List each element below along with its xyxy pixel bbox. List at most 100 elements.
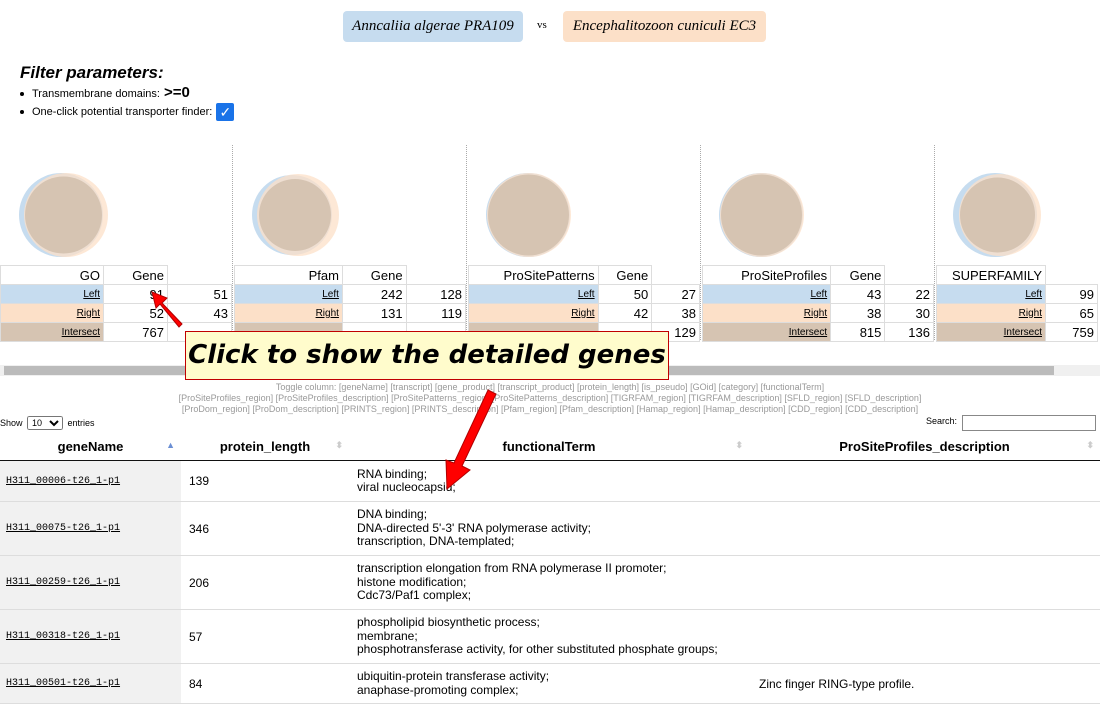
functional-term-cell: ubiquitin-protein transferase activity; a… [349, 663, 749, 704]
panel-divider [466, 145, 467, 340]
toggle-line-2[interactable]: [ProSiteProfiles_region] [ProSiteProfile… [150, 393, 950, 404]
callout-annotation: Click to show the detailed genes [185, 331, 669, 380]
col-header-prositeprofiles-desc[interactable]: ProSiteProfiles_description ⬍ [749, 433, 1100, 461]
show-entries: Show 10 entries [0, 416, 95, 430]
stat-gene-count[interactable]: 128 [405, 284, 467, 304]
search-input[interactable] [962, 415, 1096, 431]
stat-table: SUPERFAMILY Left 99 Right 65 Intersect 759 [936, 265, 1098, 342]
stat-label-link[interactable]: Right [936, 303, 1046, 323]
toggle-line-1[interactable]: Toggle column: [geneName] [transcript] [… [150, 382, 950, 393]
gene-header: Gene [341, 265, 407, 285]
stat-gene-count[interactable]: 38 [651, 303, 700, 323]
venn-diagram[interactable] [950, 165, 1060, 265]
stat-gene-count[interactable]: 22 [884, 284, 934, 304]
stat-gene-count[interactable]: 27 [651, 284, 700, 304]
stat-row[interactable]: Right 65 [936, 303, 1098, 323]
stat-label-link[interactable]: Right [234, 303, 343, 323]
col-header-protein-length[interactable]: protein_length ⬍ [181, 433, 349, 461]
stat-label-link[interactable]: Right [701, 303, 832, 323]
table-row[interactable]: H311_00501-t26_1-p1 84 ubiquitin-protein t… [0, 663, 1100, 704]
sort-icon: ⬍ [1086, 440, 1094, 450]
stat-value[interactable]: 65 [1045, 303, 1098, 323]
stat-table: ProSiteProfiles Gene Left 43 22 Right 38 30 Inte… [701, 265, 934, 342]
stat-label-link[interactable]: Left [468, 284, 599, 304]
sort-icon: ⬍ [735, 440, 743, 450]
col-header-genename[interactable]: geneName ▲ [0, 433, 181, 461]
table-row[interactable]: H311_00259-t26_1-p1 206 transcription elon… [0, 555, 1100, 610]
stat-value[interactable]: 38 [830, 303, 886, 323]
stat-label-link[interactable]: Right [468, 303, 599, 323]
venn-intersect[interactable] [25, 176, 102, 254]
stat-row[interactable]: Intersect 815 136 [701, 322, 934, 342]
stat-value[interactable]: 43 [830, 284, 886, 304]
venn-panel-prositepatterns: ProSitePatterns Gene Left 50 27 Right 42 38 129 [468, 145, 700, 343]
stat-row[interactable]: Left 43 22 [701, 284, 934, 304]
stat-value[interactable]: 759 [1045, 322, 1098, 342]
gene-header: Gene [597, 265, 653, 285]
stat-gene-count[interactable]: 30 [884, 303, 934, 323]
toggle-columns[interactable]: Toggle column: [geneName] [transcript] [… [150, 382, 950, 415]
panel-divider [232, 145, 233, 340]
stat-label-link[interactable]: Intersect [701, 322, 832, 342]
stat-row[interactable]: Right 131 119 [234, 303, 467, 323]
stat-gene-count[interactable]: 51 [167, 284, 232, 304]
venn-diagram[interactable] [248, 165, 358, 265]
stat-row[interactable]: Right 52 43 [0, 303, 232, 323]
stat-gene-count[interactable]: 43 [167, 303, 232, 323]
stat-value[interactable]: 50 [597, 284, 653, 304]
stat-row[interactable]: Left 91 51 [0, 284, 232, 304]
stat-row[interactable]: Right 38 30 [701, 303, 934, 323]
table-row[interactable]: H311_00318-t26_1-p1 57 phospholipid biosyn… [0, 609, 1100, 664]
gene-link[interactable]: H311_00075-t26_1-p1 [0, 501, 181, 556]
tm-value[interactable]: >=0 [164, 84, 190, 101]
stat-row[interactable]: Right 42 38 [468, 303, 700, 323]
panel-divider [934, 145, 935, 340]
stat-value[interactable]: 99 [1045, 284, 1098, 304]
stat-row[interactable]: Left 99 [936, 284, 1098, 304]
gene-link[interactable]: H311_00501-t26_1-p1 [0, 663, 181, 704]
table-row[interactable]: H311_00006-t26_1-p1 139 RNA binding; viral … [0, 460, 1100, 502]
stat-label-link[interactable]: Left [936, 284, 1046, 304]
functional-term-cell: DNA binding; DNA-directed 5'-3' RNA polym… [349, 501, 749, 556]
gene-header: Gene [103, 265, 168, 285]
prosite-desc-cell [749, 460, 1100, 502]
functional-term-cell: RNA binding; viral nucleocapsid; [349, 460, 749, 502]
toggle-line-3[interactable]: [ProDom_region] [ProDom_description] [PR… [150, 404, 950, 415]
entries-select[interactable]: 10 [27, 416, 64, 430]
venn-intersect[interactable] [721, 174, 802, 256]
stat-gene-count[interactable]: 136 [884, 322, 934, 342]
stat-label-link[interactable]: Right [0, 303, 104, 323]
stat-label-link[interactable]: Intersect [0, 322, 104, 342]
stat-value[interactable]: 52 [103, 303, 168, 323]
venn-intersect[interactable] [488, 174, 569, 256]
stat-gene-count[interactable]: 119 [405, 303, 467, 323]
stat-label-link[interactable]: Left [234, 284, 343, 304]
stat-value[interactable]: 767 [103, 322, 168, 342]
prosite-desc-cell: Zinc finger RING-type profile. [749, 663, 1100, 704]
venn-diagram[interactable] [14, 165, 124, 265]
gene-link[interactable]: H311_00318-t26_1-p1 [0, 609, 181, 664]
stat-label-link[interactable]: Intersect [936, 322, 1046, 342]
protein-length-cell: 84 [181, 663, 349, 704]
stat-value[interactable]: 815 [830, 322, 886, 342]
gene-link[interactable]: H311_00259-t26_1-p1 [0, 555, 181, 610]
venn-intersect[interactable] [259, 179, 331, 251]
col-header-functional-term[interactable]: functionalTerm ⬍ [349, 433, 749, 461]
stat-row[interactable]: Intersect 759 [936, 322, 1098, 342]
stat-label-link[interactable]: Left [701, 284, 832, 304]
stat-row[interactable]: Left 50 27 [468, 284, 700, 304]
venn-diagram[interactable] [482, 165, 592, 265]
stat-row[interactable]: Left 242 128 [234, 284, 467, 304]
stat-value[interactable]: 91 [103, 284, 168, 304]
venn-diagram[interactable] [716, 165, 826, 265]
stat-value[interactable]: 242 [341, 284, 407, 304]
stat-label-link[interactable]: Left [0, 284, 104, 304]
gene-link[interactable]: H311_00006-t26_1-p1 [0, 460, 181, 502]
table-row[interactable]: H311_00075-t26_1-p1 346 DNA binding; DNA-di… [0, 501, 1100, 556]
stat-value[interactable]: 42 [597, 303, 653, 323]
panel-name: ProSiteProfiles [701, 265, 832, 285]
stat-value[interactable]: 131 [341, 303, 407, 323]
venn-intersect[interactable] [960, 177, 1035, 253]
transporter-checkbox[interactable]: ✓ [216, 103, 235, 121]
prosite-desc-cell [749, 501, 1100, 556]
